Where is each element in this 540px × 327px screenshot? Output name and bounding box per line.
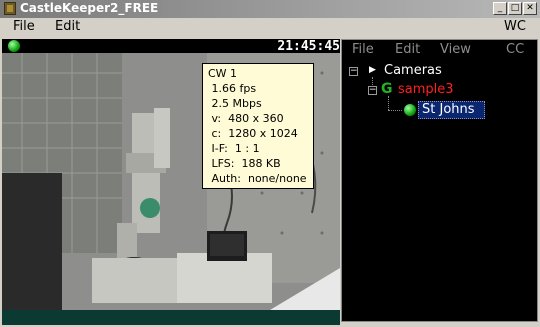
menu-bar: File Edit WC <box>0 18 540 39</box>
menu-wc[interactable]: WC <box>504 19 526 34</box>
info-line: I-F: 1 : 1 <box>208 142 260 155</box>
info-line: 1.66 fps <box>208 82 257 95</box>
tree-connector <box>388 96 389 110</box>
tree-camera-st-johns[interactable]: St Johns <box>422 102 475 117</box>
castle-app-icon <box>4 2 16 15</box>
info-line: 2.5 Mbps <box>208 97 262 110</box>
maximize-button[interactable]: □ <box>508 2 522 15</box>
info-line: Auth: none/none <box>208 172 307 185</box>
info-line: CW 1 <box>208 67 238 80</box>
camera-tree: − ▶ Cameras − G sample3 St Johns <box>342 62 539 322</box>
collapse-toggle[interactable]: − <box>349 67 358 76</box>
menu-file[interactable]: File <box>13 19 35 34</box>
panel-menu-file[interactable]: File <box>352 42 374 57</box>
camera-tree-panel: File Edit View CC − ▶ Cameras − G sample… <box>341 39 538 322</box>
tree-connector <box>388 110 402 111</box>
close-button[interactable]: ✕ <box>523 2 537 15</box>
info-line: v: 480 x 360 <box>208 112 284 125</box>
info-line: LFS: 188 KB <box>208 157 281 170</box>
minimize-button[interactable]: _ <box>493 2 507 15</box>
panel-menu-view[interactable]: View <box>440 42 471 57</box>
video-bottom-strip <box>2 310 340 325</box>
camera-online-icon <box>404 104 416 116</box>
group-icon: G <box>381 81 393 97</box>
title-bar: CastleKeeper2_FREE _ □ ✕ <box>0 0 540 18</box>
video-clock: 21:45:45 <box>277 39 340 54</box>
window-title: CastleKeeper2_FREE <box>20 1 159 15</box>
tree-root-cameras[interactable]: Cameras <box>384 63 442 78</box>
panel-menu-cc[interactable]: CC <box>506 42 524 57</box>
stream-info-tooltip: CW 1 1.66 fps 2.5 Mbps v: 480 x 360 c: 1… <box>202 63 314 189</box>
collapse-toggle[interactable]: − <box>368 86 377 95</box>
connection-status-icon <box>8 40 20 52</box>
camera-video-view[interactable]: 21:45:45 CW 1 1.66 fps 2.5 Mbps v: 480 x… <box>2 39 340 325</box>
panel-menu-edit[interactable]: Edit <box>395 42 420 57</box>
play-arrow-icon: ▶ <box>369 65 376 75</box>
tree-group-sample3[interactable]: sample3 <box>398 82 454 97</box>
info-line: c: 1280 x 1024 <box>208 127 298 140</box>
menu-edit[interactable]: Edit <box>55 19 80 34</box>
